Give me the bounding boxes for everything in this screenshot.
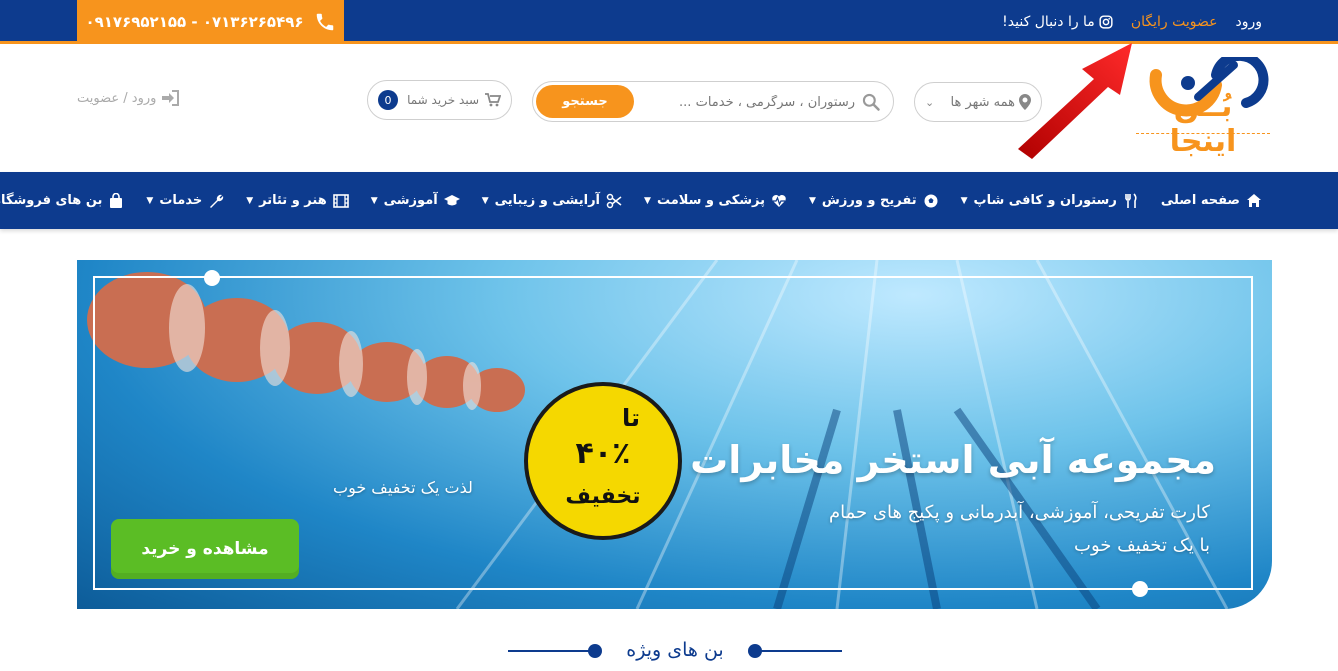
- film-icon: [332, 193, 349, 208]
- phone-numbers-text: ۰۹۱۷۶۹۵۲۱۵۵ - ۰۷۱۳۶۲۶۵۴۹۶: [85, 13, 304, 31]
- nav-item-label: آموزشی: [383, 193, 438, 208]
- nav-item-label: خدمات: [159, 193, 203, 208]
- cutlery-icon: [1125, 192, 1137, 208]
- map-pin-icon: [1019, 94, 1031, 110]
- nav-item-8[interactable]: بن های فروشگاهی▼: [0, 192, 124, 209]
- nav-item-4[interactable]: آرایشی و زیبایی ▼: [482, 193, 622, 209]
- top-login-link[interactable]: ورود: [1235, 14, 1262, 30]
- nav-item-label: هنر و تئاتر: [259, 193, 327, 208]
- caret-down-icon: ▼: [481, 195, 489, 206]
- main-nav-items: صفحه اصلی رستوران و کافی شاپ ▼ تفریح و ورزش…: [0, 172, 1262, 229]
- view-and-buy-button[interactable]: مشاهده و خرید: [111, 519, 299, 579]
- nav-item-6[interactable]: هنر و تئاتر ▼: [246, 193, 349, 209]
- graduation-cap-icon: [443, 194, 460, 205]
- nav-item-label: تفریح و ورزش: [821, 193, 917, 208]
- title-line-right: [758, 650, 842, 652]
- caret-down-icon: ▼: [809, 195, 816, 206]
- banner-tagline: لذت یک تخفیف خوب: [333, 478, 473, 497]
- nav-item-5[interactable]: آموزشی ▼: [371, 193, 460, 209]
- banner-subline-1: کارت تفریحی، آموزشی، آبدرمانی و پکیج های…: [829, 502, 1210, 523]
- nav-item-3[interactable]: پزشکی و سلامت ▼: [644, 193, 787, 209]
- nav-item-7[interactable]: خدمات ▼: [146, 193, 224, 209]
- nav-item-1[interactable]: رستوران و کافی شاپ ▼: [960, 192, 1139, 209]
- banner-subline: کارت تفریحی، آموزشی، آبدرمانی و پکیج های…: [790, 496, 1210, 562]
- cart-icon: [485, 93, 501, 107]
- caret-down-icon: ▼: [960, 195, 968, 206]
- cart-count-badge: 0: [378, 90, 398, 110]
- search-input[interactable]: [655, 90, 855, 114]
- caret-down-icon: ▼: [246, 195, 254, 206]
- search-button[interactable]: جستجو: [536, 85, 634, 118]
- nav-item-label: صفحه اصلی: [1160, 193, 1240, 208]
- search-box: جستجو: [532, 81, 894, 122]
- search-icon: [862, 93, 880, 111]
- caret-down-icon: ▼: [146, 195, 154, 206]
- soccer-ball-icon: [924, 194, 938, 207]
- title-dot-left: [588, 644, 602, 658]
- nav-item-label: رستوران و کافی شاپ: [973, 193, 1117, 208]
- section-title-text: بن های ویژه: [626, 639, 724, 661]
- cart-label: سبد خرید شما: [407, 93, 479, 107]
- frame-dot-bottom: [1132, 581, 1148, 597]
- hero-banner[interactable]: تا ۴۰٪ تخفیف مجموعه آبی استخر مخابرات کا…: [77, 260, 1272, 609]
- sign-in-icon: [162, 90, 180, 106]
- special-deals-title: بن های ویژه: [508, 633, 842, 667]
- shopping-bag-icon: [110, 192, 123, 208]
- site-logo[interactable]: بُــن اینجا: [1136, 50, 1270, 167]
- heartbeat-icon: [772, 194, 786, 207]
- free-signup-link[interactable]: عضویت رایگان: [1131, 14, 1218, 30]
- chevron-down-icon: ⌄: [925, 95, 935, 109]
- caret-down-icon: ▼: [370, 195, 378, 206]
- wrench-icon: [210, 194, 224, 208]
- logo-text: بُــن اینجا: [1169, 89, 1237, 159]
- nav-item-label: پزشکی و سلامت: [656, 193, 765, 208]
- nav-item-label: آرایشی و زیبایی: [494, 193, 601, 208]
- frame-dot-top: [204, 270, 220, 286]
- instagram-icon: [1099, 15, 1113, 29]
- phone-numbers: ۰۹۱۷۶۹۵۲۱۵۵ - ۰۷۱۳۶۲۶۵۴۹۶: [77, 0, 344, 44]
- city-select-value: همه شهر ها: [950, 94, 1015, 110]
- scissors-icon: [606, 193, 622, 208]
- cart-button[interactable]: سبد خرید شما 0: [367, 80, 512, 120]
- login-signup-link[interactable]: ورود / عضویت: [77, 90, 180, 106]
- badge-bottom-text: تخفیف: [565, 484, 641, 509]
- badge-top-text: تا: [621, 404, 640, 432]
- city-select[interactable]: همه شهر ها ⌄: [914, 82, 1042, 122]
- title-line-left: [508, 650, 592, 652]
- banner-subline-2: با یک تخفیف خوب: [1074, 535, 1210, 556]
- banner-headline: مجموعه آبی استخر مخابرات: [690, 438, 1216, 482]
- home-icon: [1247, 193, 1261, 207]
- nav-item-0[interactable]: صفحه اصلی: [1161, 193, 1262, 209]
- instagram-follow-link[interactable]: ما را دنبال کنید!: [1002, 14, 1113, 30]
- follow-text: ما را دنبال کنید!: [1002, 14, 1095, 30]
- discount-badge: تا ۴۰٪ تخفیف: [524, 382, 682, 540]
- nav-item-2[interactable]: تفریح و ورزش ▼: [809, 193, 939, 209]
- phone-icon: [316, 13, 333, 31]
- nav-item-label: بن های فروشگاهی: [0, 193, 103, 208]
- main-nav: صفحه اصلی رستوران و کافی شاپ ▼ تفریح و ورزش…: [0, 172, 1338, 229]
- login-signup-text: ورود / عضویت: [77, 90, 157, 106]
- header: بُــن اینجا همه شهر ها ⌄ جستجو سبد خرید …: [0, 43, 1338, 172]
- badge-value: ۴۰٪: [575, 436, 631, 471]
- caret-down-icon: ▼: [644, 195, 651, 206]
